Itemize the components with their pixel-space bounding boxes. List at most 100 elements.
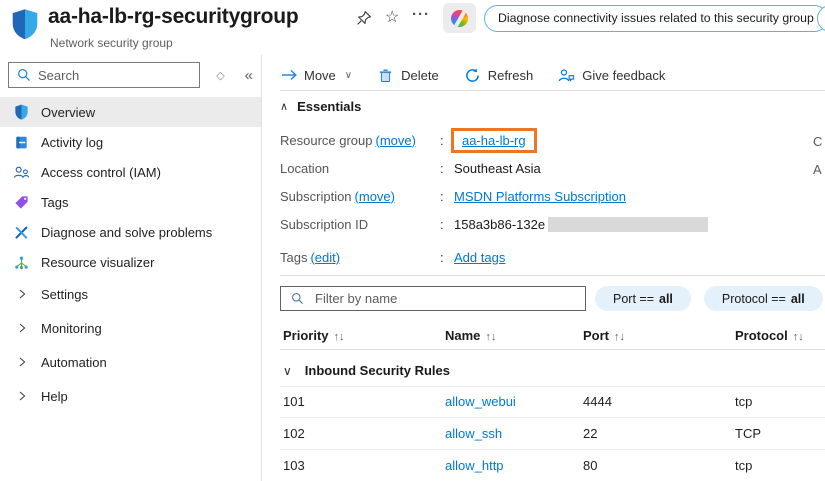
- delete-button[interactable]: Delete: [377, 67, 439, 84]
- inbound-rules-group-toggle[interactable]: ∨ Inbound Security Rules: [283, 355, 450, 386]
- sidebar-item-label: Settings: [41, 287, 88, 302]
- page-subtitle: Network security group: [50, 36, 173, 50]
- redacted-block: [548, 217, 708, 232]
- rule-priority: 101: [283, 394, 445, 409]
- trash-icon: [377, 67, 394, 84]
- favorite-star-icon[interactable]: ☆: [385, 10, 399, 26]
- add-tags-link[interactable]: Add tags: [454, 250, 505, 265]
- resource-group-move-link[interactable]: (move): [376, 133, 416, 148]
- protocol-filter-value: all: [791, 292, 805, 306]
- page-title: aa-ha-lb-rg-securitygroup: [48, 5, 299, 29]
- filter-by-name-box[interactable]: [280, 286, 586, 311]
- sidebar-item-help[interactable]: Help: [0, 379, 261, 413]
- chevron-down-icon: ∨: [283, 364, 292, 378]
- column-header-priority[interactable]: Priority↑↓: [283, 328, 445, 343]
- sidebar-item-monitoring[interactable]: Monitoring: [0, 311, 261, 345]
- people-icon: [13, 164, 30, 181]
- sidebar-item-resource-visualizer[interactable]: Resource visualizer: [0, 247, 261, 277]
- rule-priority: 102: [283, 426, 445, 441]
- location-value: Southeast Asia: [454, 161, 541, 176]
- copilot-button[interactable]: [443, 3, 476, 33]
- rule-port: 22: [583, 426, 735, 441]
- sidebar-item-label: Activity log: [41, 135, 103, 150]
- protocol-filter-pill[interactable]: Protocol == all: [704, 286, 823, 311]
- sidebar-nav: Overview Activity log Access control (IA…: [0, 97, 261, 413]
- refresh-icon: [464, 67, 481, 84]
- table-row: 103 allow_http 80 tcp: [280, 450, 825, 481]
- sidebar-item-label: Tags: [41, 195, 68, 210]
- subscription-move-link[interactable]: (move): [355, 189, 395, 204]
- sidebar-search-box[interactable]: [8, 62, 200, 88]
- collapse-sidebar-icon[interactable]: «: [245, 67, 253, 84]
- clipped-right-column-label-1: C: [813, 134, 822, 149]
- sidebar-item-label: Overview: [41, 105, 95, 120]
- sync-icon[interactable]: ◇: [216, 69, 224, 82]
- rules-table-header: Priority↑↓ Name↑↓ Port↑↓ Protocol↑↓: [280, 321, 825, 350]
- sidebar-item-access-control-iam[interactable]: Access control (IAM): [0, 157, 261, 187]
- rule-name-link[interactable]: allow_http: [445, 458, 583, 473]
- essentials-row-resource-group: Resource group(move) : aa-ha-lb-rg: [280, 126, 708, 154]
- essentials-toggle[interactable]: ∧ Essentials: [280, 99, 361, 114]
- copilot-icon: [451, 10, 468, 27]
- sidebar-item-label: Monitoring: [41, 321, 102, 336]
- rule-protocol: tcp: [735, 458, 825, 473]
- command-bar: Move ∨ Delete Refresh Give feedback: [280, 63, 665, 87]
- sort-icon: ↑↓: [614, 331, 625, 343]
- sidebar-item-label: Help: [41, 389, 68, 404]
- rule-priority: 103: [283, 458, 445, 473]
- rule-name-link[interactable]: allow_webui: [445, 394, 583, 409]
- pin-icon[interactable]: [356, 10, 372, 29]
- feedback-label: Give feedback: [582, 68, 665, 83]
- page-header: aa-ha-lb-rg-securitygroup Network securi…: [0, 0, 825, 55]
- sidebar: ◇ « Overview Activity log Access cont: [0, 55, 262, 481]
- activity-log-icon: [13, 134, 30, 151]
- search-icon: [15, 67, 32, 84]
- sidebar-item-activity-log[interactable]: Activity log: [0, 127, 261, 157]
- subscription-id-value: 158a3b86-132e: [454, 217, 708, 232]
- copilot-suggestion-pill[interactable]: Diagnose connectivity issues related to …: [484, 5, 825, 32]
- sidebar-item-settings[interactable]: Settings: [0, 277, 261, 311]
- column-header-protocol[interactable]: Protocol↑↓: [735, 328, 825, 343]
- essentials-row-location: Location : Southeast Asia: [280, 154, 708, 182]
- sidebar-item-diagnose-and-solve-problems[interactable]: Diagnose and solve problems: [0, 217, 261, 247]
- filter-by-name-input[interactable]: [313, 290, 577, 307]
- port-filter-pill[interactable]: Port == all: [595, 286, 691, 311]
- essentials-divider: [280, 275, 825, 276]
- essentials-panel: Resource group(move) : aa-ha-lb-rg Locat…: [280, 126, 708, 271]
- tags-edit-link[interactable]: (edit): [310, 250, 340, 265]
- rule-port: 4444: [583, 394, 735, 409]
- sidebar-item-automation[interactable]: Automation: [0, 345, 261, 379]
- rule-port: 80: [583, 458, 735, 473]
- table-row: 102 allow_ssh 22 TCP: [280, 418, 825, 450]
- column-header-name[interactable]: Name↑↓: [445, 328, 583, 343]
- essentials-label: Essentials: [297, 99, 361, 114]
- search-icon: [289, 290, 306, 307]
- subscription-label: Subscription(move): [280, 189, 440, 204]
- move-button[interactable]: Move ∨: [280, 67, 352, 84]
- resource-group-link[interactable]: aa-ha-lb-rg: [462, 133, 526, 148]
- subscription-link[interactable]: MSDN Platforms Subscription: [454, 189, 626, 204]
- refresh-button[interactable]: Refresh: [464, 67, 534, 84]
- colon: :: [440, 217, 454, 232]
- sidebar-item-label: Diagnose and solve problems: [41, 225, 212, 240]
- rule-protocol: TCP: [735, 426, 825, 441]
- inbound-rules-group-label: Inbound Security Rules: [305, 363, 450, 378]
- sidebar-item-tags[interactable]: Tags: [0, 187, 261, 217]
- essentials-row-tags: Tags(edit) : Add tags: [280, 243, 708, 271]
- sidebar-item-overview[interactable]: Overview: [0, 97, 261, 127]
- more-options-icon[interactable]: ···: [412, 6, 430, 23]
- chevron-right-icon: [13, 388, 30, 405]
- rule-name-link[interactable]: allow_ssh: [445, 426, 583, 441]
- give-feedback-button[interactable]: Give feedback: [558, 67, 665, 84]
- colon: :: [440, 250, 454, 265]
- feedback-person-icon: [558, 67, 575, 84]
- sidebar-search-input[interactable]: [38, 68, 193, 83]
- port-filter-value: all: [659, 292, 673, 306]
- clipped-right-column-label-2: A: [813, 162, 822, 177]
- resource-group-label: Resource group(move): [280, 133, 440, 148]
- filter-row: Port == all Protocol == all: [280, 286, 823, 311]
- sidebar-item-label: Automation: [41, 355, 107, 370]
- annotation-highlight-box: aa-ha-lb-rg: [451, 128, 537, 153]
- column-header-port[interactable]: Port↑↓: [583, 328, 735, 343]
- chevron-right-icon: [13, 354, 30, 371]
